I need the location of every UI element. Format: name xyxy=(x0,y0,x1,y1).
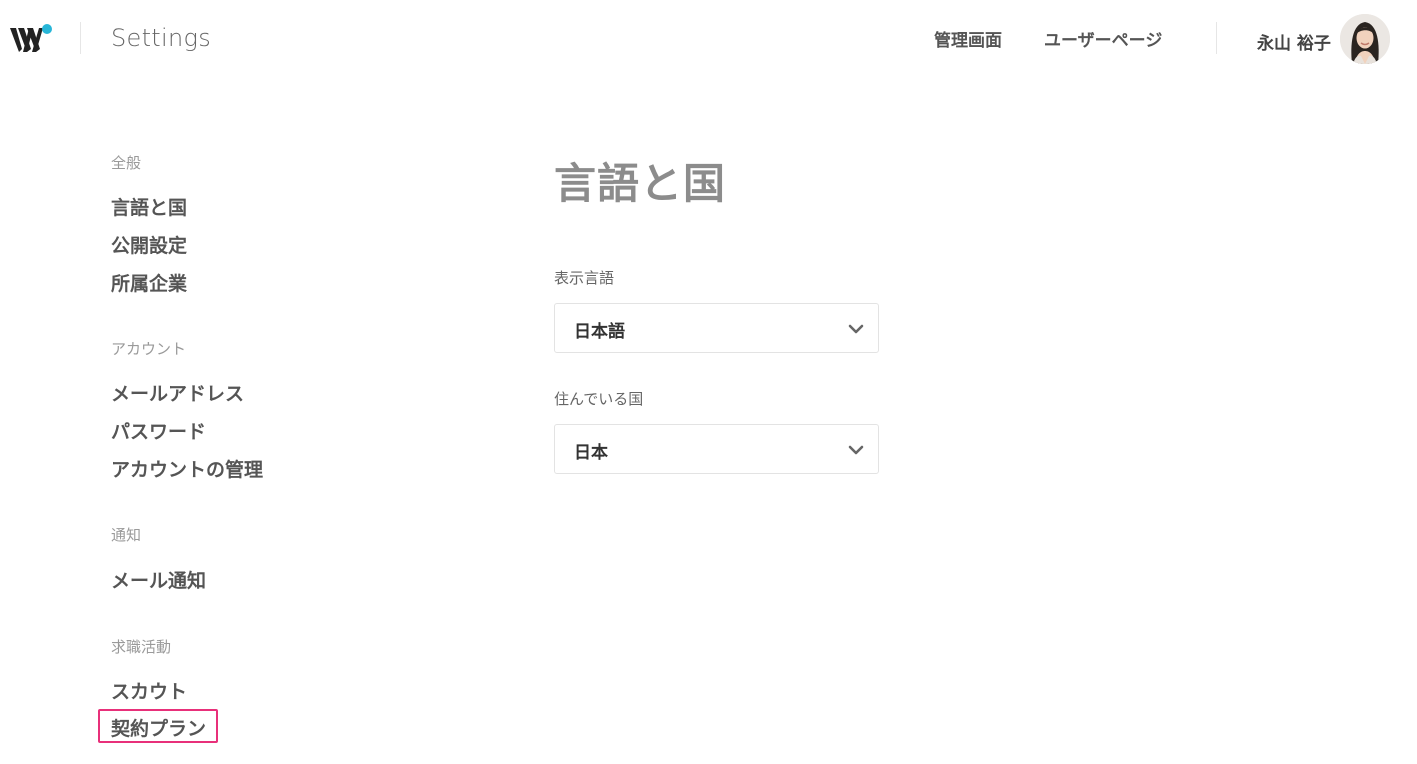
chevron-down-icon xyxy=(848,445,864,455)
language-select[interactable]: 日本語 xyxy=(554,303,879,353)
sidebar-item-email[interactable]: メールアドレス xyxy=(111,379,244,406)
sidebar-item-company[interactable]: 所属企業 xyxy=(111,269,187,296)
sidebar-item-language-country[interactable]: 言語と国 xyxy=(111,193,187,220)
highlight-box xyxy=(98,709,218,743)
language-label: 表示言語 xyxy=(554,269,615,287)
section-label-job-search: 求職活動 xyxy=(111,638,172,656)
avatar[interactable] xyxy=(1340,14,1390,64)
sidebar-item-account-management[interactable]: アカウントの管理 xyxy=(111,455,263,482)
header-divider xyxy=(80,22,81,54)
nav-user-page-link[interactable]: ユーザーページ xyxy=(1044,26,1162,51)
top-bar: Settings 管理画面 ユーザーページ 永山 裕子 xyxy=(0,0,1417,78)
sidebar-item-email-notifications[interactable]: メール通知 xyxy=(111,566,206,593)
app-title: Settings xyxy=(111,24,212,52)
nav-admin-link[interactable]: 管理画面 xyxy=(934,26,1002,51)
country-select[interactable]: 日本 xyxy=(554,424,879,474)
sidebar-item-scout[interactable]: スカウト xyxy=(111,677,187,704)
w-logo-icon[interactable] xyxy=(10,22,54,56)
header-divider-right xyxy=(1216,22,1217,54)
section-label-notifications: 通知 xyxy=(111,526,142,544)
language-select-value: 日本語 xyxy=(574,322,625,342)
page-title: 言語と国 xyxy=(554,159,727,208)
user-name[interactable]: 永山 裕子 xyxy=(1257,29,1331,54)
avatar-image xyxy=(1340,14,1390,64)
sidebar-item-privacy[interactable]: 公開設定 xyxy=(111,231,187,258)
country-label: 住んでいる国 xyxy=(554,390,644,408)
section-label-account: アカウント xyxy=(111,340,187,358)
chevron-down-icon xyxy=(848,324,864,334)
section-label-general: 全般 xyxy=(111,154,142,172)
sidebar-item-password[interactable]: パスワード xyxy=(111,417,206,444)
country-select-value: 日本 xyxy=(574,443,608,463)
